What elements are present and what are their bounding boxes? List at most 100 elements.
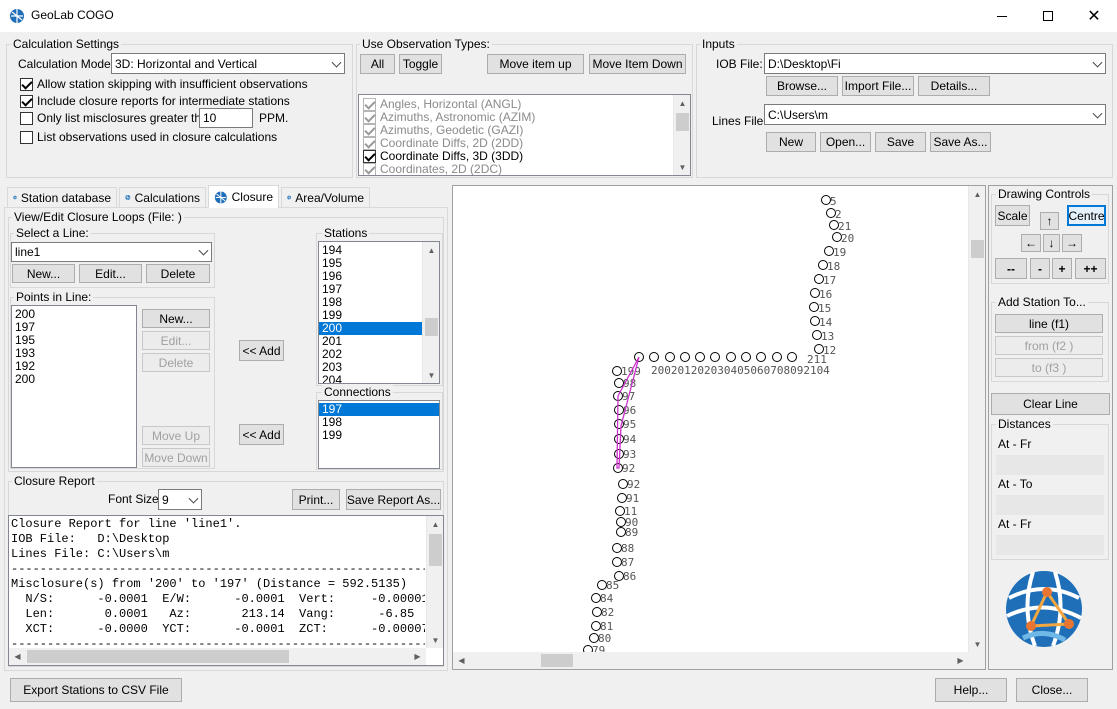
import-file-button[interactable]: Import File... — [842, 76, 914, 96]
print-button[interactable]: Print... — [292, 489, 340, 510]
list-item[interactable]: 199 — [319, 429, 439, 442]
font-size-select[interactable]: 9 — [158, 489, 202, 510]
all-button[interactable]: All — [360, 54, 395, 74]
move-point-down-button[interactable]: Move Down — [142, 448, 210, 467]
drawing-canvas[interactable]: 5 2 21 20 19 18 17 16 15 14 13 12 211 200201202030405… — [452, 185, 986, 670]
close-window-button[interactable]: ✕ — [1071, 0, 1117, 32]
observation-type-item[interactable]: Azimuths, Geodetic (GAZI) — [363, 123, 523, 137]
calculation-mode-select[interactable]: 3D: Horizontal and Vertical — [111, 53, 345, 74]
lines-file-select[interactable]: C:\Users\m — [764, 104, 1106, 125]
connections-list[interactable]: 197 198 199 — [318, 400, 440, 469]
scroll-thumb[interactable] — [27, 650, 289, 663]
pan-down-button[interactable]: ↓ — [1043, 234, 1060, 252]
vertical-scrollbar[interactable]: ▲ ▼ — [426, 516, 443, 648]
browse-button[interactable]: Browse... — [766, 76, 838, 96]
station-marker[interactable] — [756, 352, 766, 362]
line-select[interactable]: line1 — [11, 242, 212, 262]
scroll-thumb[interactable] — [429, 534, 442, 566]
observation-types-list[interactable]: Angles, Horizontal (ANGL) Azimuths, Astro… — [358, 94, 691, 176]
station-marker[interactable] — [695, 352, 705, 362]
stations-list[interactable]: 194 195 196 197 198 199 200 201 202 203 204 ▲ ▼ — [318, 241, 440, 384]
scroll-thumb[interactable] — [676, 113, 689, 131]
observation-type-item[interactable]: Coordinates, 2D (2DC) — [363, 162, 502, 175]
zoom-out-more-button[interactable]: -- — [995, 258, 1027, 279]
add-to-line-button[interactable]: line (f1) — [995, 314, 1103, 333]
station-marker[interactable] — [726, 352, 736, 362]
maximize-button[interactable] — [1025, 0, 1071, 32]
scroll-right-icon[interactable]: ▶ — [409, 648, 426, 664]
delete-line-button[interactable]: Delete — [146, 264, 210, 283]
add-connection-button[interactable]: << Add — [239, 424, 284, 445]
save-as-lines-button[interactable]: Save As... — [930, 132, 991, 152]
zoom-in-more-button[interactable]: ++ — [1075, 258, 1106, 279]
scroll-up-icon[interactable]: ▲ — [674, 95, 690, 111]
pan-left-button[interactable]: ← — [1021, 234, 1041, 252]
move-point-up-button[interactable]: Move Up — [142, 426, 210, 445]
scroll-up-icon[interactable]: ▲ — [427, 516, 443, 532]
new-line-button[interactable]: New... — [12, 264, 75, 283]
scroll-left-icon[interactable]: ◀ — [9, 648, 26, 664]
tab-calculations[interactable]: Calculations — [119, 187, 206, 207]
scroll-thumb[interactable] — [541, 654, 573, 667]
observation-type-item[interactable]: Coordinate Diffs, 3D (3DD) — [363, 149, 523, 163]
move-item-down-button[interactable]: Move Item Down — [589, 54, 686, 74]
scroll-thumb[interactable] — [971, 240, 984, 258]
scroll-up-icon[interactable]: ▲ — [969, 186, 985, 202]
observation-type-item[interactable]: Coordinate Diffs, 2D (2DD) — [363, 136, 523, 150]
delete-point-button[interactable]: Delete — [142, 353, 210, 372]
save-report-as-button[interactable]: Save Report As... — [346, 489, 441, 510]
add-to-from-button[interactable]: from (f2 ) — [995, 336, 1103, 355]
tab-closure[interactable]: Closure — [208, 185, 279, 208]
only-list-misclosures-checkbox[interactable]: Only list misclosures greater than: — [20, 111, 218, 125]
minimize-button[interactable] — [979, 0, 1025, 32]
points-in-line-list[interactable]: 200 197 195 193 192 200 — [11, 305, 137, 468]
list-item[interactable]: 200 — [12, 373, 136, 386]
list-observations-checkbox[interactable]: List observations used in closure calcul… — [20, 130, 277, 144]
save-lines-button[interactable]: Save — [875, 132, 926, 152]
tab-station-database[interactable]: Station database — [7, 187, 117, 207]
observation-type-item[interactable]: Angles, Horizontal (ANGL) — [363, 97, 521, 111]
edit-point-button[interactable]: Edit... — [142, 331, 210, 350]
new-point-button[interactable]: New... — [142, 309, 210, 328]
zoom-in-button[interactable]: + — [1052, 258, 1072, 279]
list-item[interactable]: 204 — [319, 374, 422, 384]
zoom-out-button[interactable]: - — [1030, 258, 1050, 279]
station-marker[interactable] — [680, 352, 690, 362]
scroll-right-icon[interactable]: ▶ — [952, 652, 969, 668]
pan-up-button[interactable]: ↑ — [1040, 212, 1059, 230]
closure-report-text[interactable]: Closure Report for line 'line1'. IOB File… — [8, 515, 444, 666]
scroll-down-icon[interactable]: ▼ — [423, 367, 439, 383]
scale-button[interactable]: Scale — [995, 205, 1030, 226]
station-plot[interactable]: 5221201918171615141312211200201202030405… — [453, 186, 969, 653]
details-button[interactable]: Details... — [918, 76, 990, 96]
station-marker[interactable] — [772, 352, 782, 362]
observation-type-item[interactable]: Azimuths, Astronomic (AZIM) — [363, 110, 535, 124]
centre-button[interactable]: Centre — [1067, 205, 1106, 226]
scroll-up-icon[interactable]: ▲ — [423, 242, 439, 258]
ppm-threshold-input[interactable]: 10 — [199, 108, 253, 128]
vertical-scrollbar[interactable]: ▲ ▼ — [422, 242, 439, 383]
scroll-left-icon[interactable]: ◀ — [453, 652, 470, 668]
station-marker[interactable] — [649, 352, 659, 362]
scroll-down-icon[interactable]: ▼ — [427, 632, 443, 648]
move-item-up-button[interactable]: Move item up — [487, 54, 584, 74]
iob-file-select[interactable]: D:\Desktop\Fi — [764, 53, 1106, 74]
horizontal-scrollbar[interactable]: ◀ ▶ — [9, 648, 426, 665]
edit-line-button[interactable]: Edit... — [79, 264, 142, 283]
include-closure-reports-checkbox[interactable]: Include closure reports for intermediate… — [20, 94, 290, 108]
clear-line-button[interactable]: Clear Line — [991, 393, 1110, 415]
station-marker[interactable] — [787, 352, 797, 362]
open-lines-button[interactable]: Open... — [820, 132, 871, 152]
station-marker[interactable] — [741, 352, 751, 362]
scroll-down-icon[interactable]: ▼ — [969, 636, 985, 652]
tab-area-volume[interactable]: Area/Volume — [281, 187, 370, 207]
add-station-button[interactable]: << Add — [239, 340, 284, 361]
vertical-scrollbar[interactable]: ▲ ▼ — [968, 186, 985, 652]
vertical-scrollbar[interactable]: ▲ ▼ — [673, 95, 690, 175]
help-button[interactable]: Help... — [935, 678, 1007, 702]
toggle-button[interactable]: Toggle — [399, 54, 442, 74]
scroll-down-icon[interactable]: ▼ — [674, 159, 690, 175]
pan-right-button[interactable]: → — [1062, 234, 1082, 252]
export-csv-button[interactable]: Export Stations to CSV File — [10, 678, 182, 702]
scroll-thumb[interactable] — [425, 318, 438, 336]
